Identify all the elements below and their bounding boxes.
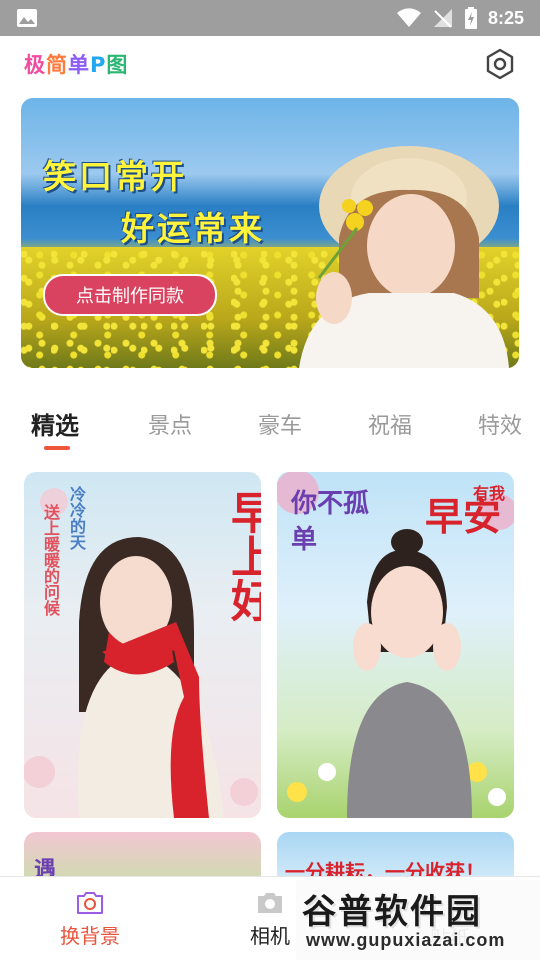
site-watermark: 谷普软件园 www.gupuxiazai.com [296, 880, 540, 960]
battery-charging-icon [464, 7, 477, 29]
camera-icon [258, 892, 282, 913]
banner-headline-2: 好运常来 [121, 209, 265, 248]
card1-poem-1: 冷冷的天 [67, 486, 86, 550]
promo-banner[interactable]: 笑口常开 好运常来 点击制作同款 [21, 98, 519, 368]
tab-blessings[interactable]: 祝福 [368, 408, 412, 440]
wifi-icon [396, 8, 421, 27]
app-header: 极简单P图 [0, 36, 540, 92]
card2-small-text: 有我 [473, 484, 506, 503]
card2-left-text: 你不孤单 [291, 489, 370, 555]
active-tab-indicator [44, 446, 70, 450]
settings-icon[interactable] [484, 48, 516, 80]
template-card-good-morning[interactable]: 早上好 冷冷的天 送上暖暖的问候 [24, 472, 261, 818]
nav-label-camera: 相机 [250, 923, 290, 948]
card1-poem-2: 送上暖暖的问候 [41, 504, 60, 616]
image-icon [17, 9, 37, 27]
status-time: 8:25 [487, 7, 524, 28]
status-bar: 8:25 [0, 0, 540, 36]
tab-featured[interactable]: 精选 [31, 406, 79, 441]
tab-effects[interactable]: 特效 [478, 408, 522, 440]
banner-model-image [299, 146, 509, 368]
watermark-title: 谷普软件园 [302, 892, 482, 932]
banner-headline-1: 笑口常开 [43, 157, 187, 196]
tab-luxury-cars[interactable]: 豪车 [258, 408, 302, 440]
template-card-not-alone[interactable]: 你不孤单 早安 有我 [277, 472, 514, 818]
no-signal-icon [433, 9, 452, 28]
nav-label-change-background: 换背景 [60, 923, 120, 948]
app-logo: 极简单P图 [24, 53, 129, 77]
category-tabs: 精选 景点 豪车 祝福 特效 [0, 398, 540, 454]
make-same-button[interactable]: 点击制作同款 [43, 274, 217, 316]
watermark-url: www.gupuxiazai.com [306, 930, 506, 950]
camera-outline-icon [77, 891, 103, 914]
nav-change-background[interactable]: 换背景 [40, 877, 140, 961]
card1-big-text: 早上好 [223, 490, 261, 622]
tab-scenic[interactable]: 景点 [148, 408, 192, 440]
